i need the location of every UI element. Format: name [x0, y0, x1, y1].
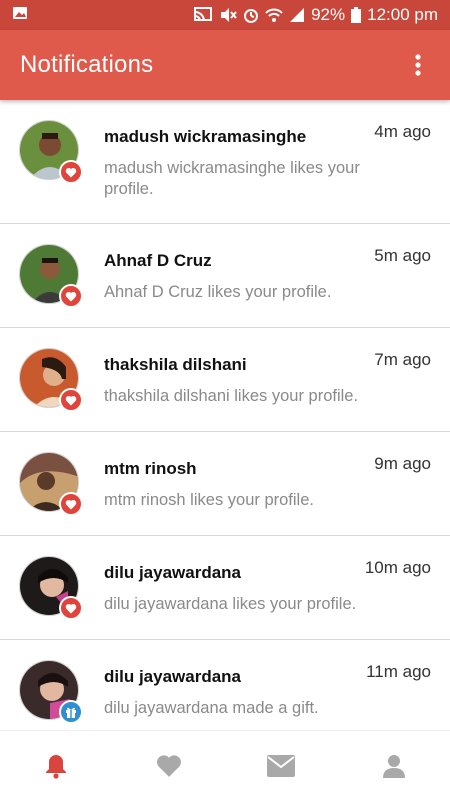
- notification-time: 11m ago: [366, 662, 431, 681]
- bell-icon: [46, 754, 67, 779]
- battery-level: 92%: [311, 5, 346, 24]
- like-badge: [59, 596, 83, 620]
- notification-name: Ahnaf D Cruz: [104, 251, 212, 270]
- notification-message: Ahnaf D Cruz likes your profile.: [104, 283, 332, 301]
- tab-likes[interactable]: [139, 736, 199, 796]
- gift-icon: [66, 707, 76, 718]
- notification-item[interactable]: dilu jayawardana 10m ago dilu jayawardan…: [0, 536, 450, 640]
- heart-icon: [65, 395, 77, 405]
- notification-message: dilu jayawardana made a gift.: [104, 699, 319, 717]
- notification-name: dilu jayawardana: [104, 563, 241, 582]
- like-badge: [59, 492, 83, 516]
- gallery-icon: [12, 5, 28, 26]
- wifi-icon: [265, 7, 283, 23]
- notification-item[interactable]: thakshila dilshani 7m ago thakshila dils…: [0, 328, 450, 432]
- notification-item[interactable]: madush wickramasinghe 4m ago madush wick…: [0, 100, 450, 224]
- status-bar: 92% 12:00 pm: [0, 0, 450, 30]
- notification-time: 5m ago: [374, 246, 431, 265]
- notification-list: madush wickramasinghe 4m ago madush wick…: [0, 100, 450, 730]
- more-options-button[interactable]: [406, 45, 430, 85]
- notification-name: dilu jayawardana: [104, 667, 241, 686]
- signal-icon: [289, 7, 305, 23]
- page-title: Notifications: [20, 51, 154, 78]
- notification-item[interactable]: dilu jayawardana 11m ago dilu jayawardan…: [0, 640, 450, 730]
- notification-name: thakshila dilshani: [104, 355, 247, 374]
- notification-message: thakshila dilshani likes your profile.: [104, 387, 359, 405]
- avatar-container: [19, 556, 83, 620]
- gift-badge: [59, 700, 83, 724]
- avatar-container: [19, 660, 83, 724]
- notification-time: 7m ago: [374, 350, 431, 369]
- notification-item[interactable]: mtm rinosh 9m ago mtm rinosh likes your …: [0, 432, 450, 536]
- notification-item[interactable]: Ahnaf D Cruz 5m ago Ahnaf D Cruz likes y…: [0, 224, 450, 328]
- cast-icon: [193, 7, 213, 23]
- person-icon: [382, 754, 405, 778]
- avatar-container: [19, 348, 83, 412]
- notification-message: madush wickramasinghe likes your profile…: [104, 159, 360, 198]
- avatar-container: [19, 452, 83, 516]
- tab-notifications[interactable]: [26, 736, 86, 796]
- heart-icon: [65, 499, 77, 509]
- heart-icon: [65, 603, 77, 613]
- avatar-container: [19, 244, 83, 308]
- battery-icon: [351, 7, 362, 23]
- avatar-container: [19, 120, 83, 184]
- tab-messages[interactable]: [251, 736, 311, 796]
- notification-time: 10m ago: [364, 558, 431, 577]
- like-badge: [59, 160, 83, 184]
- heart-icon: [65, 291, 77, 301]
- notification-name: madush wickramasinghe: [104, 127, 307, 146]
- alarm-icon: [243, 7, 259, 23]
- notification-message: dilu jayawardana likes your profile.: [104, 595, 357, 613]
- tab-profile[interactable]: [364, 736, 424, 796]
- more-vert-icon: [415, 54, 421, 76]
- notification-time: 4m ago: [374, 122, 431, 141]
- mail-icon: [267, 754, 296, 777]
- bottom-navigation: [0, 730, 450, 800]
- like-badge: [59, 388, 83, 412]
- app-bar: Notifications: [0, 30, 450, 100]
- heart-icon: [156, 754, 181, 777]
- clock: 12:00 pm: [367, 5, 438, 24]
- notification-time: 9m ago: [374, 454, 431, 473]
- notification-name: mtm rinosh: [104, 459, 197, 478]
- like-badge: [59, 284, 83, 308]
- heart-icon: [65, 167, 77, 177]
- mute-icon: [219, 7, 237, 23]
- notification-message: mtm rinosh likes your profile.: [104, 491, 314, 509]
